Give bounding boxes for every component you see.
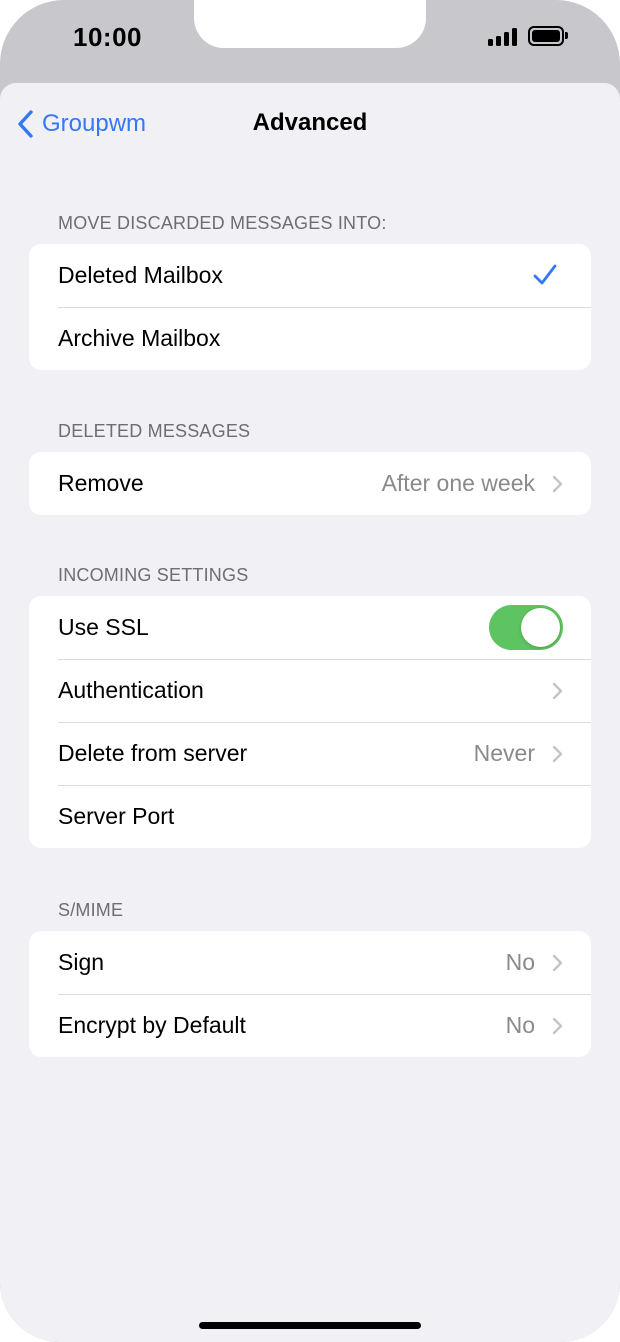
option-label: Deleted Mailbox bbox=[58, 262, 223, 288]
chevron-right-icon bbox=[552, 475, 563, 493]
option-archive-mailbox[interactable]: Archive Mailbox bbox=[29, 307, 591, 370]
page-title: Advanced bbox=[252, 109, 368, 136]
status-time: 10:00 bbox=[73, 22, 142, 52]
device-frame: 10:00 Groupwm Advanced MOVE DISCARDED ME… bbox=[0, 0, 620, 1342]
battery-icon bbox=[528, 26, 568, 46]
row-authentication[interactable]: Authentication bbox=[29, 659, 591, 722]
row-label: Server Port bbox=[58, 803, 175, 829]
row-delete-from-server[interactable]: Delete from server Never bbox=[29, 722, 591, 785]
row-encrypt-by-default[interactable]: Encrypt by Default No bbox=[29, 994, 591, 1057]
section-header-smime: S/MIME bbox=[58, 900, 124, 920]
chevron-right-icon bbox=[552, 682, 563, 700]
section-header-deleted-messages: DELETED MESSAGES bbox=[58, 421, 251, 441]
row-label: Use SSL bbox=[58, 614, 149, 640]
option-deleted-mailbox[interactable]: Deleted Mailbox bbox=[29, 244, 591, 307]
row-value: No bbox=[505, 949, 535, 975]
row-value: Never bbox=[473, 740, 535, 766]
row-server-port[interactable]: Server Port bbox=[29, 785, 591, 848]
row-label: Encrypt by Default bbox=[58, 1012, 246, 1038]
home-indicator[interactable] bbox=[199, 1322, 421, 1329]
chevron-right-icon bbox=[552, 1017, 563, 1035]
section-header-incoming: INCOMING SETTINGS bbox=[58, 565, 249, 585]
toggle-knob bbox=[521, 608, 560, 647]
chevron-right-icon bbox=[552, 745, 563, 763]
checkmark-icon bbox=[533, 264, 557, 285]
option-label: Archive Mailbox bbox=[58, 325, 221, 351]
chevron-right-icon bbox=[552, 954, 563, 972]
row-use-ssl: Use SSL bbox=[29, 596, 591, 659]
notch bbox=[194, 0, 426, 48]
group-deleted-messages: Remove After one week bbox=[29, 452, 591, 515]
signal-icon bbox=[488, 27, 520, 46]
row-sign[interactable]: Sign No bbox=[29, 931, 591, 994]
settings-screen: Groupwm Advanced MOVE DISCARDED MESSAGES… bbox=[0, 83, 620, 1342]
use-ssl-toggle[interactable] bbox=[489, 605, 563, 650]
row-remove[interactable]: Remove After one week bbox=[29, 452, 591, 515]
row-label: Authentication bbox=[58, 677, 204, 703]
group-discarded: Deleted Mailbox Archive Mailbox bbox=[29, 244, 591, 370]
row-value: After one week bbox=[381, 470, 535, 496]
group-smime: Sign No Encrypt by Default No bbox=[29, 931, 591, 1057]
row-value: No bbox=[505, 1012, 535, 1038]
row-label: Sign bbox=[58, 949, 105, 975]
row-label: Delete from server bbox=[58, 740, 248, 766]
section-header-discarded: MOVE DISCARDED MESSAGES INTO: bbox=[58, 213, 387, 233]
group-incoming: Use SSL Authentication Delete from serve… bbox=[29, 596, 591, 848]
row-label: Remove bbox=[58, 470, 144, 496]
